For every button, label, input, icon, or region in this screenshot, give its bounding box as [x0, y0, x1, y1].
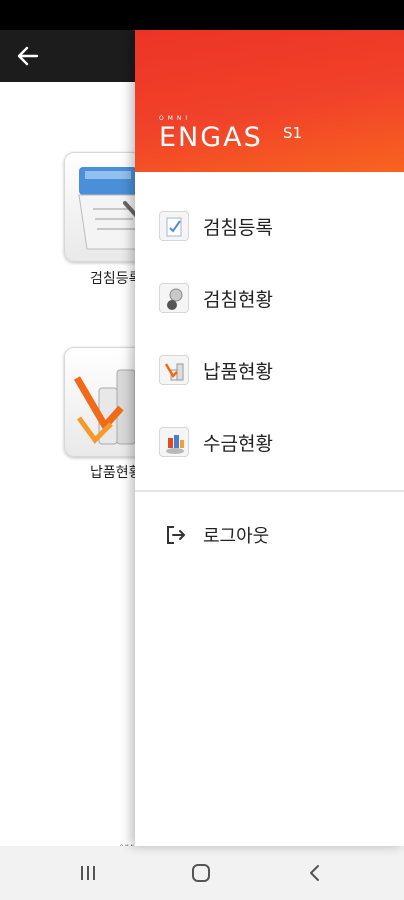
logo-sub: S1 [283, 124, 303, 142]
logout-icon [163, 523, 187, 547]
back-icon [310, 865, 319, 881]
menu-item-collection-status[interactable]: 수금현황 [135, 414, 404, 470]
home-button[interactable] [186, 858, 216, 888]
menu-label: 검침현황 [203, 288, 273, 311]
collection-status-icon [159, 427, 189, 457]
tile-label: 검침등록 [90, 271, 142, 287]
logo-omni: OMNI [159, 115, 192, 122]
meter-status-icon [159, 283, 189, 313]
logout-label: 로그아웃 [203, 526, 270, 547]
logo-main: ENGAS [159, 122, 263, 153]
drawer-divider [135, 490, 404, 492]
menu-item-logout[interactable]: 로그아웃 [135, 507, 404, 563]
system-nav-bar [0, 846, 404, 900]
home-icon [192, 864, 210, 882]
menu-item-delivery-status[interactable]: 납품현황 [135, 342, 404, 398]
navigation-drawer: OMNI ENGAS S1 검침등록 검침현황 납품현황 수금현황 로그아웃 [135, 30, 404, 846]
recents-button[interactable] [73, 858, 103, 888]
back-button[interactable] [10, 38, 46, 74]
nav-back-button[interactable] [300, 858, 330, 888]
menu-label: 검침등록 [203, 216, 273, 239]
engas-logo: OMNI ENGAS S1 [159, 115, 302, 153]
drawer-header: OMNI ENGAS S1 [135, 30, 404, 172]
menu-item-meter-register[interactable]: 검침등록 [135, 198, 404, 254]
menu-label: 납품현황 [203, 360, 273, 383]
status-bar [0, 0, 404, 30]
menu-label: 수금현황 [203, 432, 273, 455]
menu-item-meter-status[interactable]: 검침현황 [135, 270, 404, 326]
delivery-status-icon [159, 355, 189, 385]
arrow-left-icon [17, 46, 39, 66]
meter-register-icon [159, 211, 189, 241]
tile-label: 납품현황 [90, 465, 142, 481]
recents-icon [81, 866, 95, 880]
